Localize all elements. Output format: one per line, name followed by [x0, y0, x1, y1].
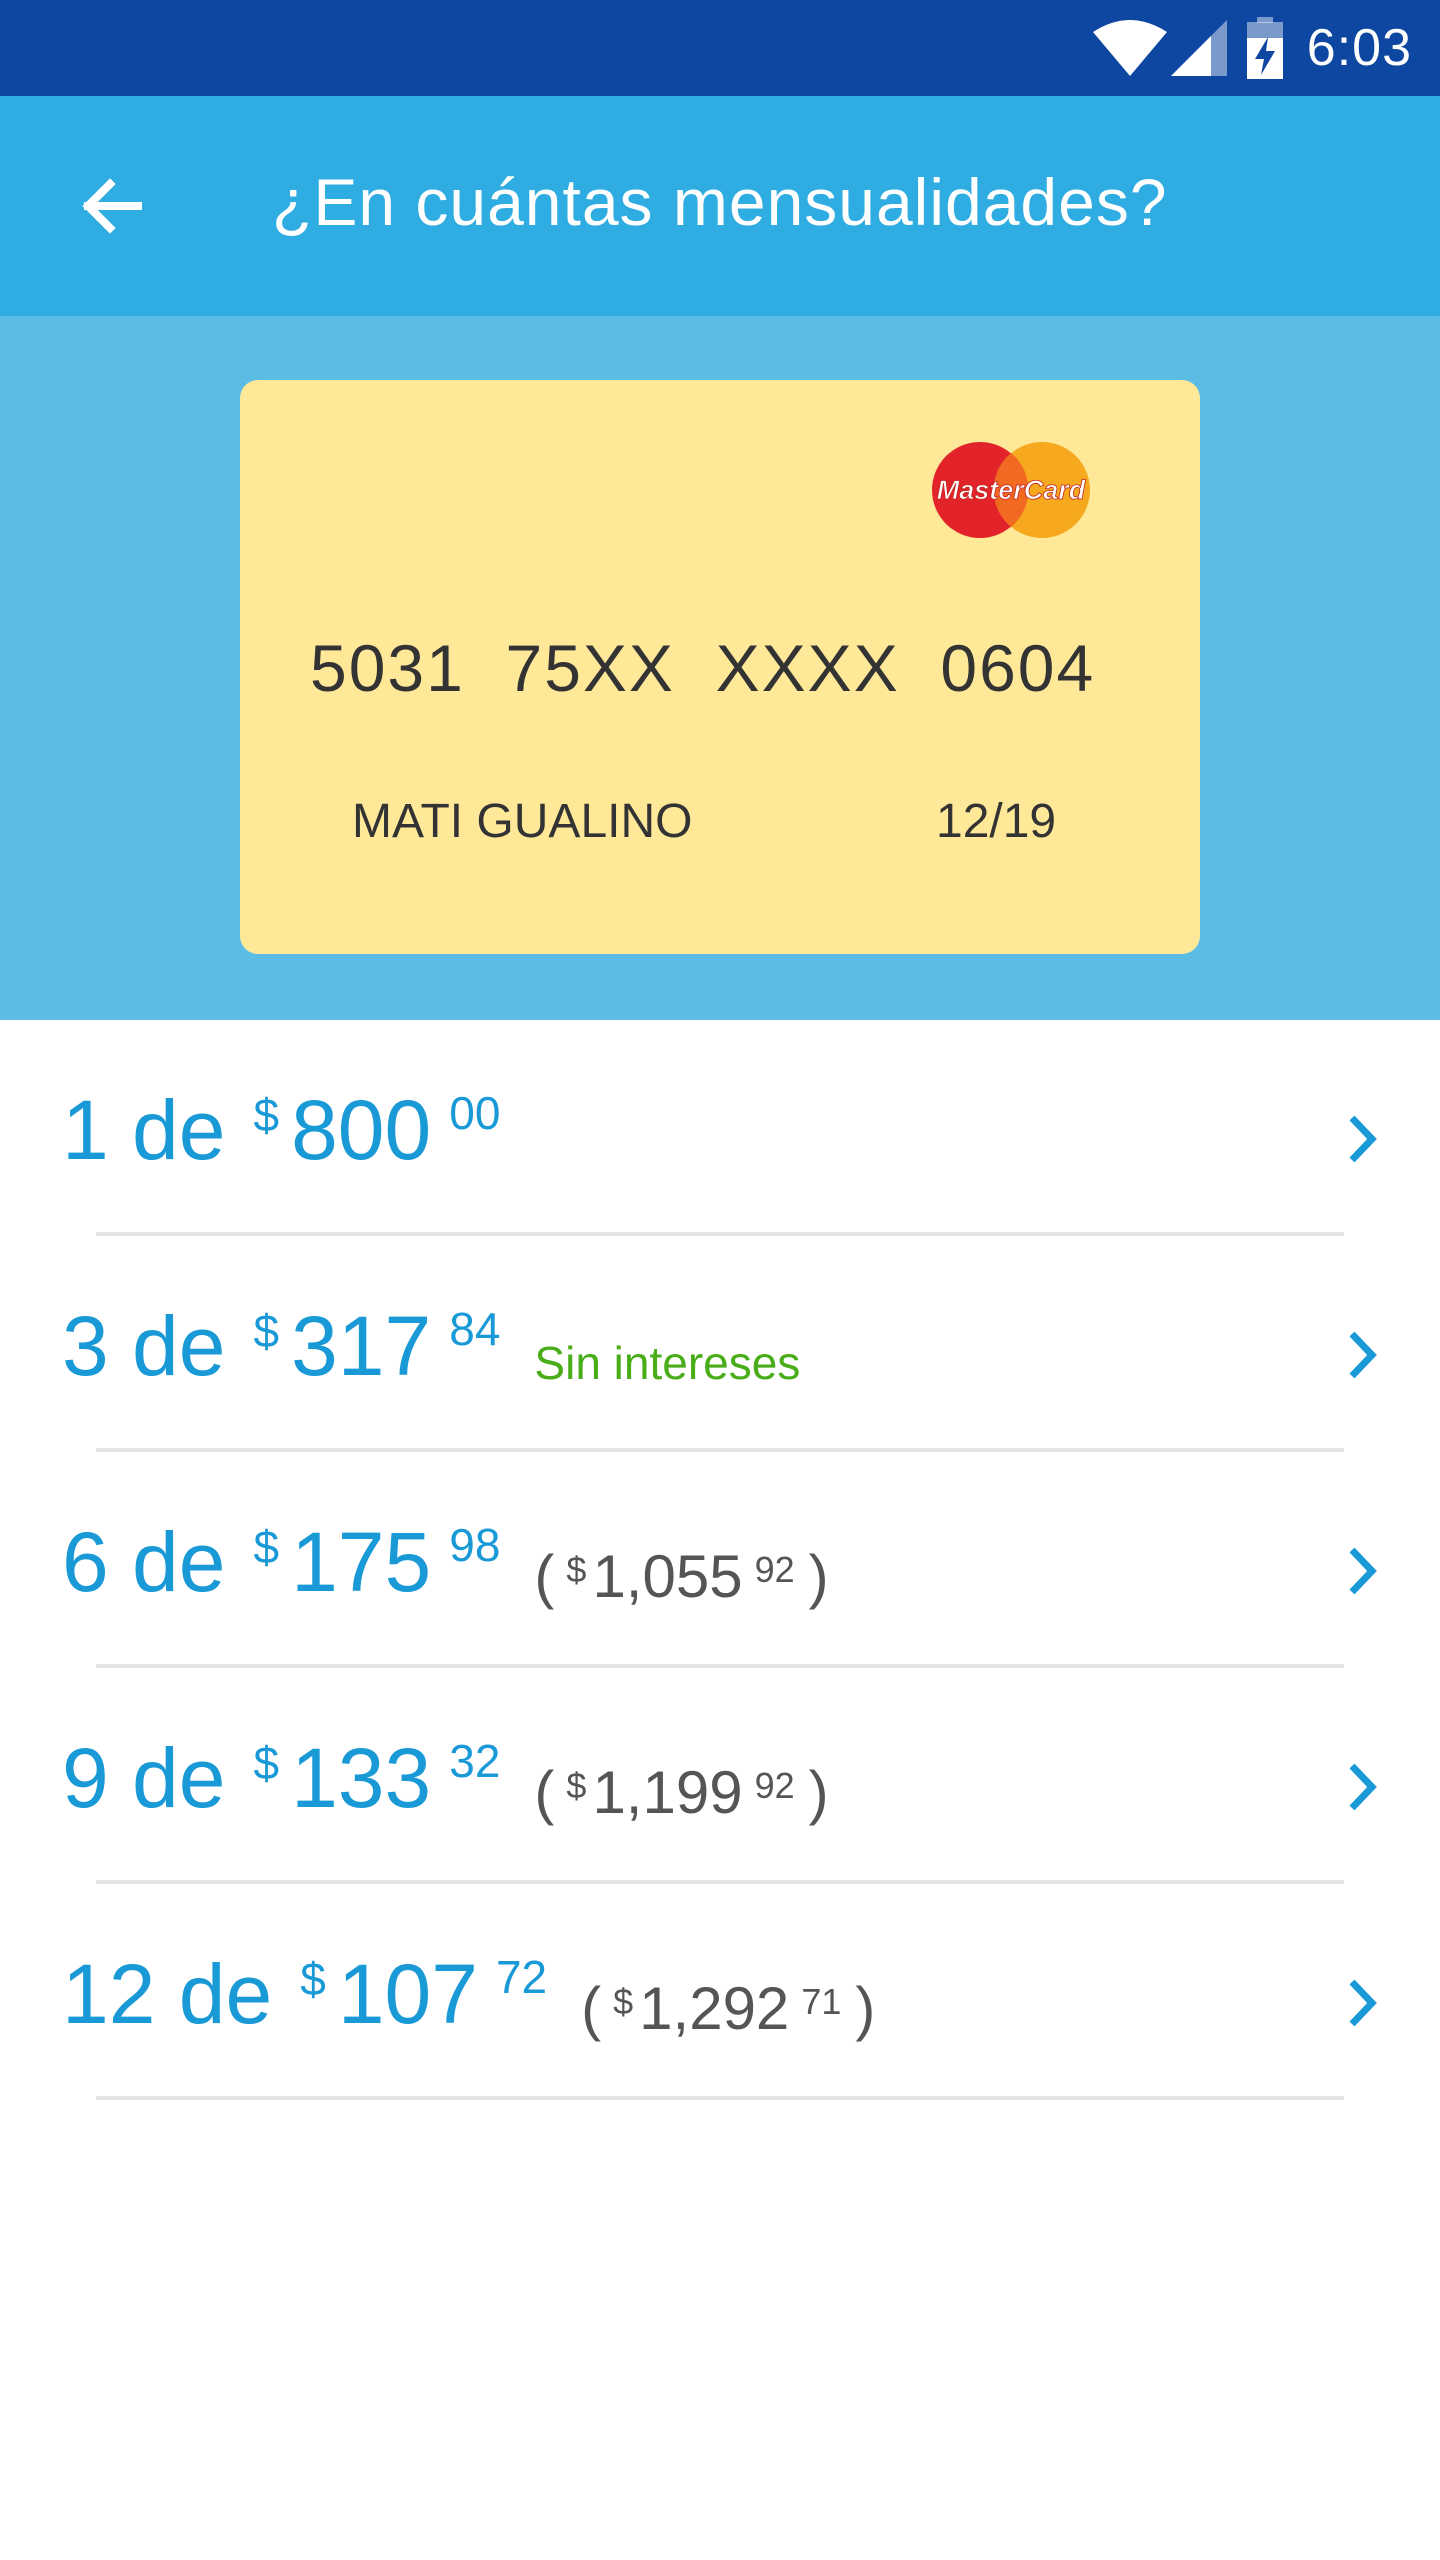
- currency-symbol: $: [253, 1521, 280, 1573]
- installment-amount: 175: [291, 1515, 432, 1609]
- status-icons: 6:03: [1092, 17, 1412, 79]
- installment-text: 6 de $ 175 98 ( $ 1,055 92 ): [62, 1512, 829, 1622]
- installment-option-9[interactable]: 9 de $ 133 32 ( $ 1,199 92 ): [0, 1668, 1440, 1884]
- chevron-right-icon: [1349, 1115, 1377, 1163]
- wifi-icon: [1092, 20, 1167, 76]
- signal-icon: [1170, 20, 1227, 76]
- installment-quantity: 6 de: [62, 1515, 226, 1609]
- total-value: 1,292: [639, 1975, 790, 2042]
- installment-text: 3 de $ 317 84 Sin intereses: [62, 1296, 800, 1406]
- page-title: ¿En cuántas mensualidades?: [272, 165, 1168, 239]
- total-currency-symbol: $: [566, 1765, 587, 1806]
- divider: [96, 2096, 1344, 2100]
- installment-list: 1 de $ 800 00 3 de $ 317 84 Sin interese…: [0, 1020, 1440, 2100]
- total-cents: 71: [801, 1981, 842, 2022]
- chevron-right-icon: [1349, 1763, 1377, 1811]
- installment-option-12[interactable]: 12 de $ 107 72 ( $ 1,292 71 ): [0, 1884, 1440, 2100]
- total-currency-symbol: $: [613, 1981, 634, 2022]
- currency-symbol: $: [300, 1953, 326, 2005]
- installment-cents: 32: [449, 1735, 501, 1787]
- back-arrow-icon[interactable]: [72, 166, 152, 246]
- total-value: 1,055: [592, 1543, 743, 1610]
- open-paren: (: [534, 1543, 555, 1610]
- installment-amount: 800: [291, 1083, 432, 1177]
- open-paren: (: [534, 1759, 555, 1826]
- total-amount: ( $ 1,199 92 ): [534, 1758, 828, 1828]
- total-amount: ( $ 1,055 92 ): [534, 1542, 828, 1612]
- currency-symbol: $: [253, 1305, 280, 1357]
- installment-text: 1 de $ 800 00: [62, 1080, 500, 1190]
- installment-cents: 72: [495, 1951, 548, 2003]
- total-value: 1,199: [592, 1759, 743, 1826]
- no-interest-label: Sin intereses: [534, 1337, 801, 1389]
- installment-text: 12 de $ 107 72 ( $ 1,292 71 ): [62, 1944, 875, 2054]
- battery-charging-icon: [1246, 17, 1283, 79]
- installment-cents: 84: [449, 1303, 501, 1355]
- installment-quantity: 1 de: [62, 1083, 226, 1177]
- open-paren: (: [581, 1975, 602, 2042]
- installment-text: 9 de $ 133 32 ( $ 1,199 92 ): [62, 1728, 829, 1838]
- installment-cents: 98: [449, 1519, 501, 1571]
- card-area: MasterCard 5031 75XX XXXX 0604 MATI GUAL…: [0, 316, 1440, 1020]
- app-bar: ¿En cuántas mensualidades?: [0, 96, 1440, 316]
- installment-quantity: 3 de: [62, 1299, 226, 1393]
- installment-quantity: 12 de: [62, 1947, 273, 2041]
- total-cents: 92: [754, 1549, 795, 1590]
- card-number: 5031 75XX XXXX 0604: [310, 631, 1096, 705]
- card-expiry: 12/19: [936, 795, 1057, 848]
- currency-symbol: $: [253, 1089, 280, 1141]
- currency-symbol: $: [253, 1737, 280, 1789]
- card-holder-name: MATI GUALINO: [352, 795, 693, 848]
- mastercard-logo: MasterCard: [932, 442, 1090, 538]
- installment-amount: 317: [291, 1299, 432, 1393]
- installment-option-6[interactable]: 6 de $ 175 98 ( $ 1,055 92 ): [0, 1452, 1440, 1668]
- chevron-right-icon: [1349, 1547, 1377, 1595]
- status-bar: 6:03: [0, 0, 1440, 96]
- status-time: 6:03: [1306, 19, 1412, 77]
- close-paren: ): [808, 1759, 829, 1826]
- installment-cents: 00: [449, 1087, 501, 1139]
- installment-quantity: 9 de: [62, 1731, 226, 1825]
- total-cents: 92: [754, 1765, 795, 1806]
- installment-option-3[interactable]: 3 de $ 317 84 Sin intereses: [0, 1236, 1440, 1452]
- close-paren: ): [855, 1975, 876, 2042]
- installment-option-1[interactable]: 1 de $ 800 00: [0, 1020, 1440, 1236]
- installment-amount: 107: [337, 1947, 478, 2041]
- credit-card: MasterCard 5031 75XX XXXX 0604 MATI GUAL…: [240, 380, 1200, 954]
- installment-amount: 133: [291, 1731, 432, 1825]
- total-amount: ( $ 1,292 71 ): [581, 1974, 875, 2044]
- total-currency-symbol: $: [566, 1549, 587, 1590]
- chevron-right-icon: [1349, 1979, 1377, 2027]
- svg-text:MasterCard: MasterCard: [937, 475, 1086, 505]
- close-paren: ): [808, 1543, 829, 1610]
- chevron-right-icon: [1349, 1331, 1377, 1379]
